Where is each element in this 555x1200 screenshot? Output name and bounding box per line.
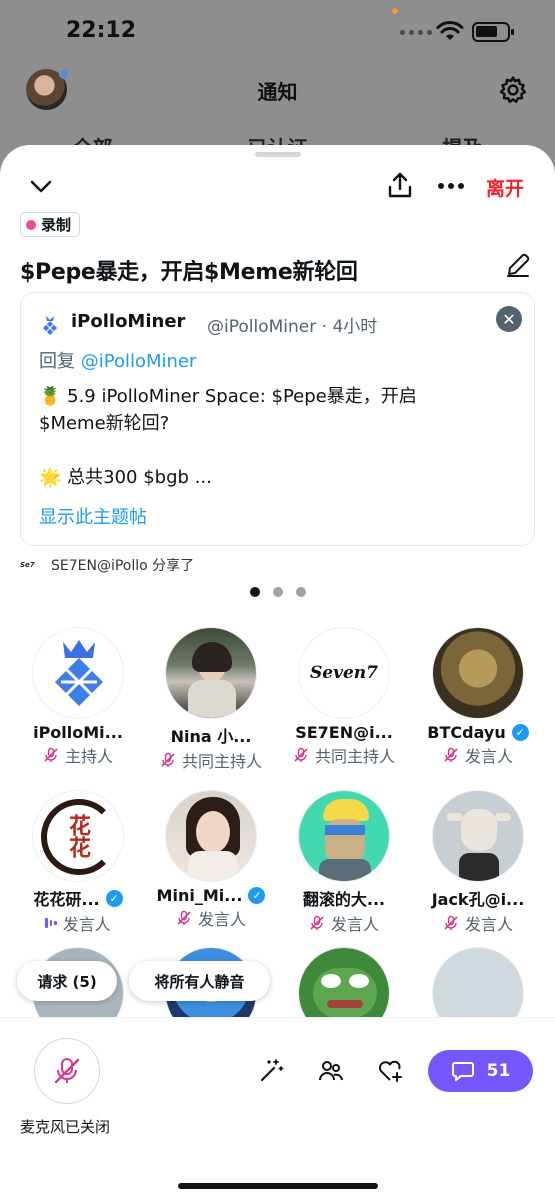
page-dot[interactable] — [273, 587, 283, 597]
edit-pencil-icon[interactable] — [504, 251, 532, 279]
tweet-author-name: iPolloMiner — [71, 311, 186, 332]
participant-name: SE7EN@i... — [295, 723, 393, 742]
chat-bubble-icon — [451, 1062, 474, 1081]
participant-role: 发言人 — [141, 906, 281, 930]
space-title: $Pepe暴走，开启$Meme新轮回 — [20, 260, 358, 285]
reply-prefix: 回复 — [39, 351, 75, 372]
verified-badge-icon: ✓ — [511, 724, 529, 741]
page-dot[interactable] — [296, 587, 306, 597]
participant-avatar: Seven7 — [298, 627, 390, 719]
comments-count: 51 — [486, 1061, 511, 1081]
participant-name: Nina 小... — [170, 727, 252, 746]
participants-icon[interactable] — [318, 1058, 344, 1084]
requests-button[interactable]: 请求 (5) — [17, 961, 117, 1001]
participant-avatar — [432, 627, 524, 719]
mic-off-icon — [310, 915, 324, 930]
page-dot-active[interactable] — [250, 587, 260, 597]
participant-role: 发言人 — [408, 743, 548, 767]
status-time: 22:12 — [66, 18, 137, 43]
shared-by-text: SE7EN@iPollo 分享了 — [51, 558, 195, 574]
sheet-grabber[interactable] — [255, 152, 301, 157]
participant-role: 主持人 — [8, 743, 148, 767]
wifi-icon — [436, 21, 464, 40]
participant-avatar — [165, 790, 257, 882]
sharer-logo: Se7 — [20, 561, 35, 569]
participant-avatar — [32, 627, 124, 719]
participant-role: 发言人 — [408, 911, 548, 935]
leave-button[interactable]: 离开 — [486, 174, 524, 201]
participant-name: Mini_Mi... ✓ — [141, 886, 281, 905]
participant-role: 发言人 — [274, 911, 414, 935]
participant-name: iPolloMi... — [33, 723, 123, 742]
participant-role: 共同主持人 — [141, 748, 281, 772]
home-indicator[interactable] — [178, 1183, 378, 1189]
speaking-indicator-icon — [45, 916, 57, 930]
participant-avatar: 花花 — [32, 790, 124, 882]
mic-off-icon — [177, 910, 191, 925]
more-options-icon[interactable] — [438, 183, 464, 189]
shared-by-row: Se7 SE7EN@iPollo 分享了 — [20, 555, 194, 575]
reply-mention-link[interactable]: @iPolloMiner — [81, 351, 197, 372]
mic-off-icon — [444, 747, 458, 762]
share-icon[interactable] — [386, 171, 414, 199]
pinned-tweet-card[interactable]: iPolloMiner @iPolloMiner · 4小时 ✕ 回复 @iPo… — [20, 292, 535, 546]
participant-name: 花花研... ✓ — [8, 886, 148, 910]
participant-tile[interactable]: Seven7 SE7EN@i... 共同主持人 — [274, 627, 414, 767]
comments-button[interactable]: 51 — [428, 1050, 533, 1092]
tweet-body-line: $Meme新轮回? — [39, 413, 170, 434]
recording-indicator-dot — [392, 8, 398, 14]
participant-role: 共同主持人 — [274, 743, 414, 767]
pineapple-logo-icon — [55, 640, 103, 706]
mic-off-icon — [44, 747, 58, 762]
tweet-author-handle: @iPolloMiner · 4小时 — [207, 317, 378, 337]
recording-dot-icon — [26, 219, 36, 230]
tweet-body: 🍍 5.9 iPolloMiner Space: $Pepe暴走，开启 $Mem… — [39, 383, 519, 491]
participant-tile[interactable]: Jack孔@i... 发言人 — [408, 790, 548, 935]
magic-wand-icon[interactable] — [258, 1058, 284, 1084]
participant-name: 翻滚的大... — [302, 890, 386, 909]
show-thread-link[interactable]: 显示此主题帖 — [39, 503, 147, 529]
chevron-down-icon[interactable] — [28, 175, 54, 197]
participant-avatar — [298, 790, 390, 882]
mic-off-icon — [444, 915, 458, 930]
reply-line: 回复 @iPolloMiner — [39, 347, 196, 373]
mic-status-label: 麦克风已关闭 — [20, 1118, 111, 1136]
recording-badge-label: 录制 — [41, 216, 72, 234]
status-bar: 22:12 — [0, 0, 555, 62]
mic-off-icon — [294, 747, 308, 762]
battery-icon — [472, 22, 514, 42]
participant-avatar — [432, 790, 524, 882]
heart-plus-icon[interactable] — [377, 1058, 403, 1084]
verified-badge-icon: ✓ — [248, 887, 266, 904]
mic-off-icon — [54, 1058, 80, 1084]
tweet-body-line: 🌟 总共300 $bgb ... — [39, 467, 212, 488]
participant-tile[interactable]: 翻滚的大... 发言人 — [274, 790, 414, 935]
participant-tile[interactable]: iPolloMi... 主持人 — [8, 627, 148, 767]
page-title: 通知 — [257, 80, 298, 104]
participant-role: 发言人 — [8, 911, 148, 935]
participant-name: Jack孔@i... — [431, 890, 525, 909]
tweet-body-line: 🍍 5.9 iPolloMiner Space: $Pepe暴走，开启 — [39, 386, 417, 407]
verified-badge-icon: ✓ — [105, 889, 123, 907]
participant-tile[interactable]: Mini_Mi... ✓ 发言人 — [141, 790, 281, 930]
participant-tile[interactable]: BTCdayu ✓ 发言人 — [408, 627, 548, 767]
participant-tile[interactable]: Nina 小... 共同主持人 — [141, 627, 281, 772]
participant-avatar — [165, 627, 257, 719]
cellular-signal-icon — [400, 30, 432, 35]
microphone-button[interactable] — [34, 1038, 100, 1104]
participant-name: BTCdayu ✓ — [408, 723, 548, 742]
space-sheet: 离开 录制 $Pepe暴走，开启$Meme新轮回 iPolloMiner @iP… — [0, 145, 555, 1200]
recording-badge: 录制 — [20, 212, 81, 237]
mute-all-button[interactable]: 将所有人静音 — [129, 961, 270, 1001]
gear-icon[interactable] — [498, 75, 528, 105]
space-control-bar: 麦克风已关闭 51 — [0, 1017, 555, 1200]
pineapple-logo-icon — [43, 316, 57, 335]
close-icon[interactable]: ✕ — [496, 306, 522, 332]
page-indicator — [250, 587, 306, 597]
mic-off-icon — [161, 752, 175, 767]
participant-tile[interactable]: 花花 花花研... ✓ 发言人 — [8, 790, 148, 935]
